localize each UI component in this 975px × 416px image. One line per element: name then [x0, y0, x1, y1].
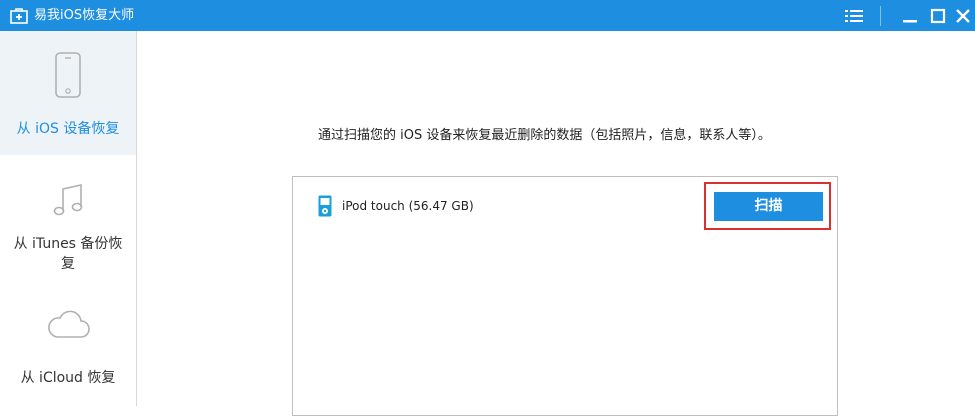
sidebar-item-itunes-backup[interactable]: 从 iTunes 备份恢 复 [0, 155, 136, 283]
window-title: 易我iOS恢复大师 [34, 8, 135, 23]
device-name: iPod touch (56.47 GB) [342, 199, 474, 213]
sidebar-item-ios-device[interactable]: 从 iOS 设备恢复 [0, 31, 136, 155]
first-aid-box-icon [9, 6, 29, 26]
sidebar-item-label: 从 iTunes 备份恢 [13, 236, 123, 252]
sidebar-item-label: 从 iCloud 恢复 [20, 370, 116, 386]
instruction-text: 通过扫描您的 iOS 设备来恢复最近删除的数据（包括照片，信息，联系人等）。 [318, 128, 771, 143]
ipod-icon [318, 195, 332, 217]
scan-button[interactable]: 扫描 [714, 192, 823, 221]
iphone-icon [0, 51, 136, 99]
title-bar: 易我iOS恢复大师 [0, 0, 975, 31]
sidebar: 从 iOS 设备恢复 从 iTunes 备份恢 复 从 iCloud 恢复 [0, 31, 137, 406]
sidebar-item-label: 从 iOS 设备恢复 [16, 121, 120, 137]
sidebar-item-label-continued: 复 [61, 256, 75, 272]
cloud-icon [0, 307, 136, 341]
music-note-icon [0, 183, 136, 219]
minimize-icon[interactable] [895, 0, 925, 31]
title-bar-divider [880, 6, 881, 26]
menu-icon[interactable] [839, 0, 869, 31]
sidebar-item-icloud[interactable]: 从 iCloud 恢复 [0, 283, 136, 406]
close-icon[interactable] [948, 0, 975, 31]
